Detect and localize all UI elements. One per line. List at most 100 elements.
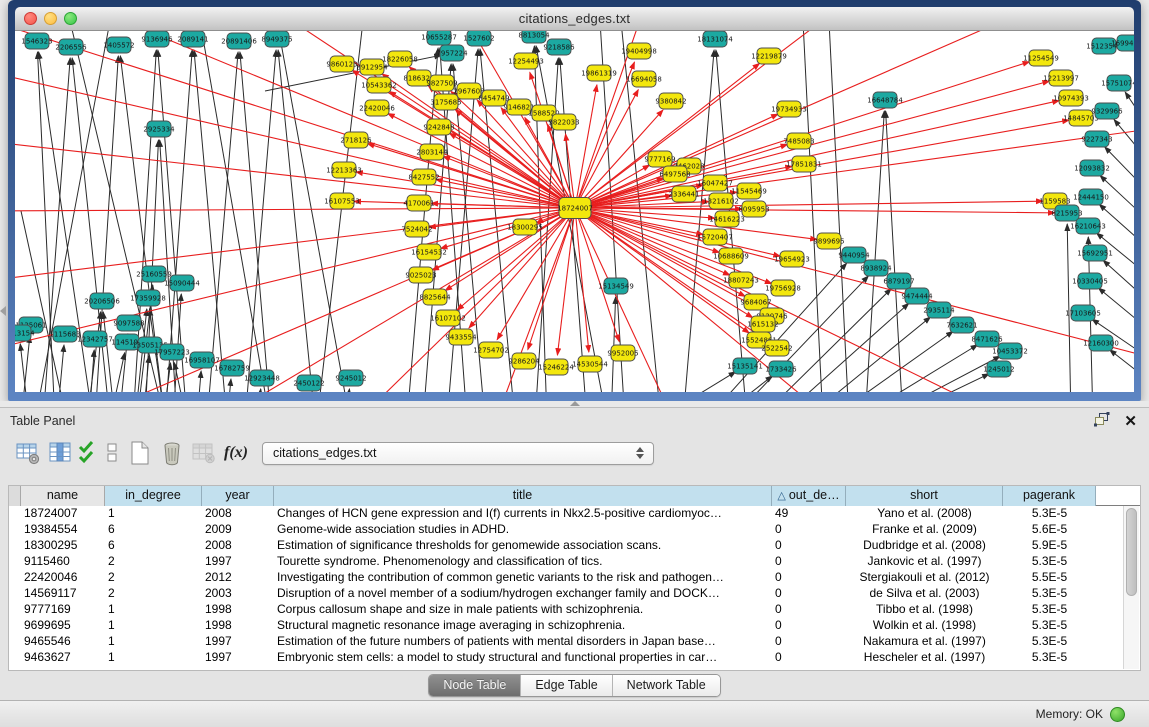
network-node[interactable]: 20891406 <box>221 33 257 49</box>
network-node[interactable]: 9474444 <box>901 288 933 304</box>
network-node[interactable]: 8471626 <box>971 331 1003 347</box>
network-node[interactable]: 17103605 <box>1065 305 1101 321</box>
network-node[interactable]: 10688609 <box>713 248 749 264</box>
network-node[interactable]: 12444150 <box>1073 189 1109 205</box>
network-node[interactable]: 22420046 <box>359 100 395 116</box>
network-node[interactable]: 2206556 <box>55 39 87 55</box>
zoom-window-button[interactable] <box>64 12 77 25</box>
network-node[interactable]: 8813054 <box>518 31 550 43</box>
network-node[interactable]: 14530544 <box>572 356 608 372</box>
column-header-year[interactable]: year <box>202 486 274 506</box>
show-columns-icon[interactable] <box>44 438 76 468</box>
network-node[interactable]: 2925334 <box>143 121 175 137</box>
network-node[interactable]: 15135141 <box>727 358 763 374</box>
network-node[interactable]: 12213997 <box>1043 70 1079 86</box>
float-panel-icon[interactable] <box>1094 412 1110 430</box>
network-node[interactable]: 19404998 <box>621 43 657 59</box>
network-node[interactable]: 9827509 <box>426 75 457 91</box>
network-window[interactable]: citations_edges.txt 18724007986012389129… <box>8 0 1141 401</box>
network-node[interactable]: 8095953 <box>738 201 769 217</box>
network-node[interactable]: 16958107 <box>184 352 220 368</box>
table-row[interactable]: 911546021997Tourette syndrome. Phenomeno… <box>9 554 1140 570</box>
network-node[interactable]: 12342757 <box>77 331 113 347</box>
table-row[interactable]: 977716911998Corpus callosum shape and si… <box>9 602 1140 618</box>
network-node[interactable]: 19654923 <box>774 251 810 267</box>
network-node[interactable]: 9777169 <box>644 151 675 167</box>
network-node[interactable]: 9860123 <box>326 56 357 72</box>
network-node[interactable]: 9136946 <box>141 31 173 47</box>
network-node[interactable]: 1245012 <box>983 361 1014 377</box>
network-node[interactable]: 2935114 <box>923 302 955 318</box>
network-node[interactable]: 1405572 <box>103 37 134 53</box>
network-node[interactable]: 2718126 <box>340 132 372 148</box>
network-node[interactable]: 18226058 <box>382 51 418 67</box>
column-header-title[interactable]: title <box>274 486 772 506</box>
function-builder-icon[interactable]: f(x) <box>220 438 252 468</box>
network-node[interactable]: 15692951 <box>1077 245 1113 261</box>
network-node[interactable]: 15246224 <box>538 359 574 375</box>
network-node[interactable]: 7485083 <box>783 133 814 149</box>
column-header-in_degree[interactable]: in_degree <box>105 486 202 506</box>
delete-table-icon[interactable] <box>156 438 188 468</box>
network-node[interactable]: 11254549 <box>1023 50 1059 66</box>
network-node[interactable]: 12093832 <box>1074 160 1110 176</box>
network-node[interactable]: 2803144 <box>416 144 448 160</box>
network-node[interactable]: 9245012 <box>335 370 366 386</box>
network-window-titlebar[interactable]: citations_edges.txt <box>15 7 1134 31</box>
table-row[interactable]: 2242004622012Investigating the contribut… <box>9 570 1140 586</box>
network-node[interactable]: 20206506 <box>84 293 120 309</box>
column-header-pagerank[interactable]: pagerank <box>1003 486 1096 506</box>
network-node[interactable]: 3175685 <box>430 94 461 110</box>
network-node[interactable]: 9025023 <box>405 267 436 283</box>
scrollbar-thumb[interactable] <box>1126 508 1137 596</box>
close-window-button[interactable] <box>24 12 37 25</box>
network-node[interactable]: 9227343 <box>1081 131 1112 147</box>
network-node[interactable]: 9286204 <box>508 353 540 369</box>
network-node[interactable]: 9146821 <box>503 99 534 115</box>
table-row[interactable]: 1456911722003Disruption of a novel membe… <box>9 586 1140 602</box>
network-node[interactable]: 9218586 <box>543 39 575 55</box>
network-node[interactable]: 9899695 <box>813 233 844 249</box>
network-node[interactable]: 19756928 <box>765 280 801 296</box>
network-node[interactable]: 6879197 <box>883 273 914 289</box>
network-node[interactable]: 8912954 <box>356 59 388 75</box>
network-node[interactable]: 18300295 <box>507 219 543 235</box>
network-node[interactable]: 16107553 <box>324 193 360 209</box>
network-node[interactable]: 12254493 <box>508 53 544 69</box>
network-node[interactable]: 4170061 <box>403 195 434 211</box>
network-node[interactable]: 15090444 <box>164 275 200 291</box>
network-node[interactable]: 16107102 <box>430 310 466 326</box>
network-node[interactable]: 15134549 <box>598 278 634 294</box>
column-header-name[interactable]: name <box>21 486 105 506</box>
network-node[interactable]: 7524042 <box>401 221 432 237</box>
network-node[interactable]: 10655287 <box>421 31 457 45</box>
network-node[interactable]: 7957224 <box>436 45 468 61</box>
table-selector-dropdown[interactable]: citations_edges.txt <box>262 442 654 465</box>
network-node[interactable]: 10974393 <box>1053 90 1089 106</box>
network-node[interactable]: 9433554 <box>445 329 477 345</box>
network-node[interactable]: 8938924 <box>860 260 892 276</box>
network-node[interactable]: 9952005 <box>607 345 638 361</box>
network-node[interactable]: 8427552 <box>408 169 439 185</box>
network-node[interactable]: 8825644 <box>419 289 451 305</box>
network-node[interactable]: 16782759 <box>214 360 250 376</box>
network-node[interactable]: 2336441 <box>668 186 699 202</box>
network-node[interactable]: 2089141 <box>177 31 208 47</box>
column-header-short[interactable]: short <box>846 486 1003 506</box>
close-panel-icon[interactable]: ✕ <box>1124 414 1137 429</box>
table-row[interactable]: 1830029562008Estimation of significance … <box>9 538 1140 554</box>
network-node[interactable]: 19861319 <box>581 65 617 81</box>
network-node[interactable]: 15720407 <box>697 229 733 245</box>
network-node[interactable]: 1733426 <box>765 361 797 377</box>
network-node[interactable]: 9380842 <box>655 93 686 109</box>
table-row[interactable]: 1872400712008Changes of HCN gene express… <box>9 506 1140 522</box>
table-mode-icon[interactable] <box>12 438 44 468</box>
network-node[interactable]: 6497568 <box>659 166 690 182</box>
tab-node-table[interactable]: Node Table <box>429 675 520 696</box>
table-scrollbar[interactable] <box>1123 506 1139 669</box>
network-canvas[interactable]: 1872400798601238912954182260581054336281… <box>15 31 1134 392</box>
tab-network-table[interactable]: Network Table <box>612 675 720 696</box>
network-node[interactable]: 17359928 <box>130 290 166 306</box>
network-node[interactable]: 2450122 <box>293 375 324 391</box>
select-all-columns-icon[interactable] <box>76 438 100 468</box>
